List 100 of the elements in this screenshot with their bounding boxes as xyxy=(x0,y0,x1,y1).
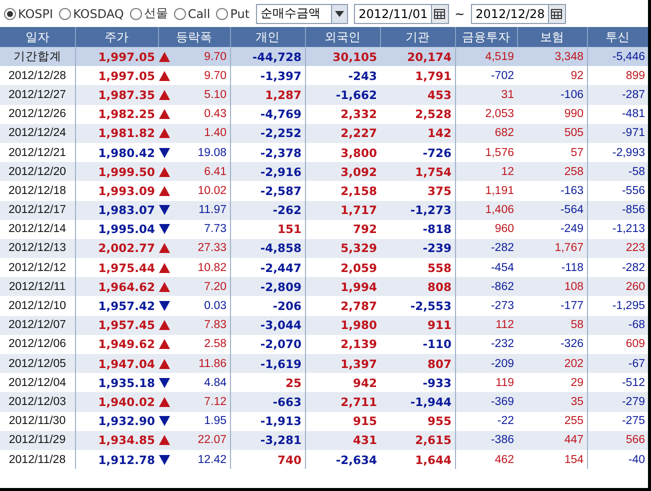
value-cell: 5,329 xyxy=(305,238,380,258)
change-value: 4.84 xyxy=(204,376,226,389)
value-cell: -1,295 xyxy=(587,296,648,316)
value-cell: 915 xyxy=(305,412,380,431)
up-arrow-icon xyxy=(159,128,170,138)
price-cell: 1,957.45 xyxy=(75,316,158,335)
value-cell: 566 xyxy=(587,430,648,450)
value-cell: 154 xyxy=(517,450,587,470)
price-cell: 1,995.04 xyxy=(75,220,158,239)
value-cell: 1,397 xyxy=(305,354,380,374)
market-radio[interactable]: 선물 xyxy=(130,5,168,22)
price-cell: 1,981.82 xyxy=(75,124,158,143)
value-cell: -5,446 xyxy=(587,47,648,66)
price-cell: 1,975.44 xyxy=(75,258,158,278)
value-cell: -1,213 xyxy=(587,220,648,239)
change-value: 11.86 xyxy=(198,358,226,370)
up-arrow-icon xyxy=(159,396,170,407)
value-cell: 740 xyxy=(230,450,305,470)
value-cell: -209 xyxy=(455,354,517,374)
price-cell: 2,002.77 xyxy=(75,238,158,258)
value-cell: 1,717 xyxy=(305,200,380,220)
price-cell: 1,983.07 xyxy=(75,200,158,220)
column-header[interactable]: 보험 xyxy=(517,27,587,47)
column-header[interactable]: 금융투자 xyxy=(455,27,517,47)
value-cell: -1,662 xyxy=(305,85,380,105)
range-separator: ~ xyxy=(454,6,465,20)
price-cell: 1,935.18 xyxy=(75,373,158,392)
value-cell: 3,092 xyxy=(305,162,380,182)
value-cell: -386 xyxy=(455,430,517,450)
value-cell: 1,576 xyxy=(455,142,517,162)
value-cell: 112 xyxy=(455,316,517,335)
value-cell: -243 xyxy=(305,66,380,86)
change-value: 12.42 xyxy=(198,454,226,466)
value-cell: -481 xyxy=(587,104,648,124)
column-header[interactable]: 기관 xyxy=(380,27,455,47)
value-cell: -971 xyxy=(587,124,648,143)
up-arrow-icon xyxy=(159,90,170,100)
column-header[interactable]: 개인 xyxy=(230,27,305,47)
value-cell: -282 xyxy=(455,238,517,258)
calendar-icon[interactable] xyxy=(551,8,562,18)
price-cell: 1,987.35 xyxy=(75,85,158,105)
up-arrow-icon xyxy=(159,166,170,177)
value-cell: -68 xyxy=(587,316,648,335)
value-cell: 682 xyxy=(455,124,517,143)
column-header[interactable]: 주가 xyxy=(75,27,158,47)
change-value: 27.33 xyxy=(198,242,226,254)
up-arrow-icon xyxy=(159,358,170,369)
value-cell: 223 xyxy=(587,238,648,258)
change-value: 5.10 xyxy=(204,88,226,101)
column-header[interactable]: 투신 xyxy=(587,27,648,47)
market-radio[interactable]: Put xyxy=(216,6,250,20)
down-arrow-icon xyxy=(159,301,170,312)
change-value: 1.40 xyxy=(204,127,226,140)
value-cell: -40 xyxy=(587,450,648,470)
value-cell: -275 xyxy=(587,412,648,431)
change-value: 0.03 xyxy=(204,300,226,312)
value-cell: 1,980 xyxy=(305,316,380,335)
column-header[interactable]: 등락폭 xyxy=(158,27,230,47)
price-cell: 1,993.09 xyxy=(75,181,158,200)
down-arrow-icon xyxy=(159,378,170,388)
value-cell: -2,634 xyxy=(305,450,380,470)
up-arrow-icon xyxy=(159,52,170,62)
down-arrow-icon xyxy=(159,454,170,465)
value-cell: 2,787 xyxy=(305,296,380,316)
caret-icon xyxy=(334,10,344,16)
value-cell: -369 xyxy=(455,392,517,412)
metric-dropdown[interactable]: 순매수금액 xyxy=(256,4,348,24)
up-arrow-icon xyxy=(159,435,170,446)
value-cell: 792 xyxy=(305,220,380,239)
change-value: 2.58 xyxy=(204,338,226,350)
date-field[interactable]: 2012/11/01 xyxy=(354,4,449,24)
down-arrow-icon xyxy=(159,224,170,234)
up-arrow-icon xyxy=(159,339,170,350)
value-cell: 1,191 xyxy=(455,181,517,200)
column-header[interactable]: 외국인 xyxy=(305,27,380,47)
price-cell: 1,980.42 xyxy=(75,142,158,162)
value-cell: 960 xyxy=(455,220,517,239)
value-cell: -67 xyxy=(587,354,648,374)
value-cell: 31 xyxy=(455,85,517,105)
value-cell: -512 xyxy=(587,373,648,392)
market-radio[interactable]: KOSPI xyxy=(4,6,54,20)
market-radio[interactable]: KOSDAQ xyxy=(59,6,124,20)
value-cell: 1,406 xyxy=(455,200,517,220)
market-radio[interactable]: Call xyxy=(174,6,210,20)
value-cell: -556 xyxy=(587,181,648,200)
change-value: 7.83 xyxy=(204,319,226,332)
value-cell: -287 xyxy=(587,85,648,105)
change-value: 6.41 xyxy=(204,166,226,178)
change-value: 9.70 xyxy=(204,70,226,82)
up-arrow-icon xyxy=(159,243,170,254)
value-cell: 2,227 xyxy=(305,124,380,143)
date-field[interactable]: 2012/12/28 xyxy=(470,4,566,24)
calendar-icon[interactable] xyxy=(434,8,446,18)
down-arrow-icon xyxy=(159,148,170,158)
price-cell: 1,997.05 xyxy=(75,66,158,86)
column-header[interactable]: 일자 xyxy=(0,27,75,47)
value-cell: 2,053 xyxy=(455,104,517,124)
value-cell: 12 xyxy=(455,162,517,182)
up-arrow-icon xyxy=(159,282,170,292)
value-cell: -454 xyxy=(455,258,517,278)
